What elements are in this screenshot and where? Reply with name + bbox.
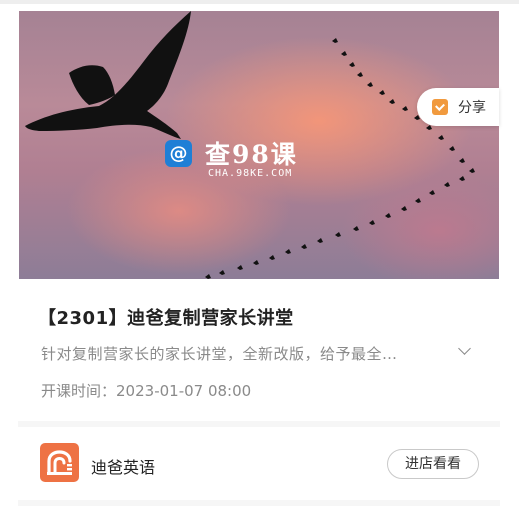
enter-shop-button[interactable]: 进店看看 <box>387 449 479 479</box>
chevron-down-icon[interactable] <box>458 342 471 355</box>
course-description: 针对复制营家长的家长讲堂，全新改版，给予最全… <box>41 345 398 363</box>
share-button[interactable]: 分享 <box>417 88 499 126</box>
shop-name[interactable]: 迪爸英语 <box>91 454 155 478</box>
watermark-logo-icon: @ <box>165 140 192 167</box>
watermark-title: 查98课 <box>205 140 298 169</box>
start-time-value: 2023-01-07 08:00 <box>116 382 252 400</box>
watermark-url: CHA.98KE.COM <box>208 168 293 179</box>
course-start-time: 开课时间：2023-01-07 08:00 <box>41 380 251 401</box>
top-divider <box>0 0 519 4</box>
bottom-divider <box>18 500 500 506</box>
share-icon <box>432 99 448 115</box>
watermark: @ 查98课 CHA.98KE.COM <box>165 135 325 195</box>
start-time-label: 开课时间： <box>41 382 117 400</box>
section-divider <box>18 421 500 427</box>
course-title: 【2301】迪爸复制营家长讲堂 <box>38 308 294 329</box>
share-label: 分享 <box>458 100 486 116</box>
course-cover-image: @ 查98课 CHA.98KE.COM <box>19 11 499 279</box>
shop-logo-icon[interactable] <box>40 443 79 482</box>
